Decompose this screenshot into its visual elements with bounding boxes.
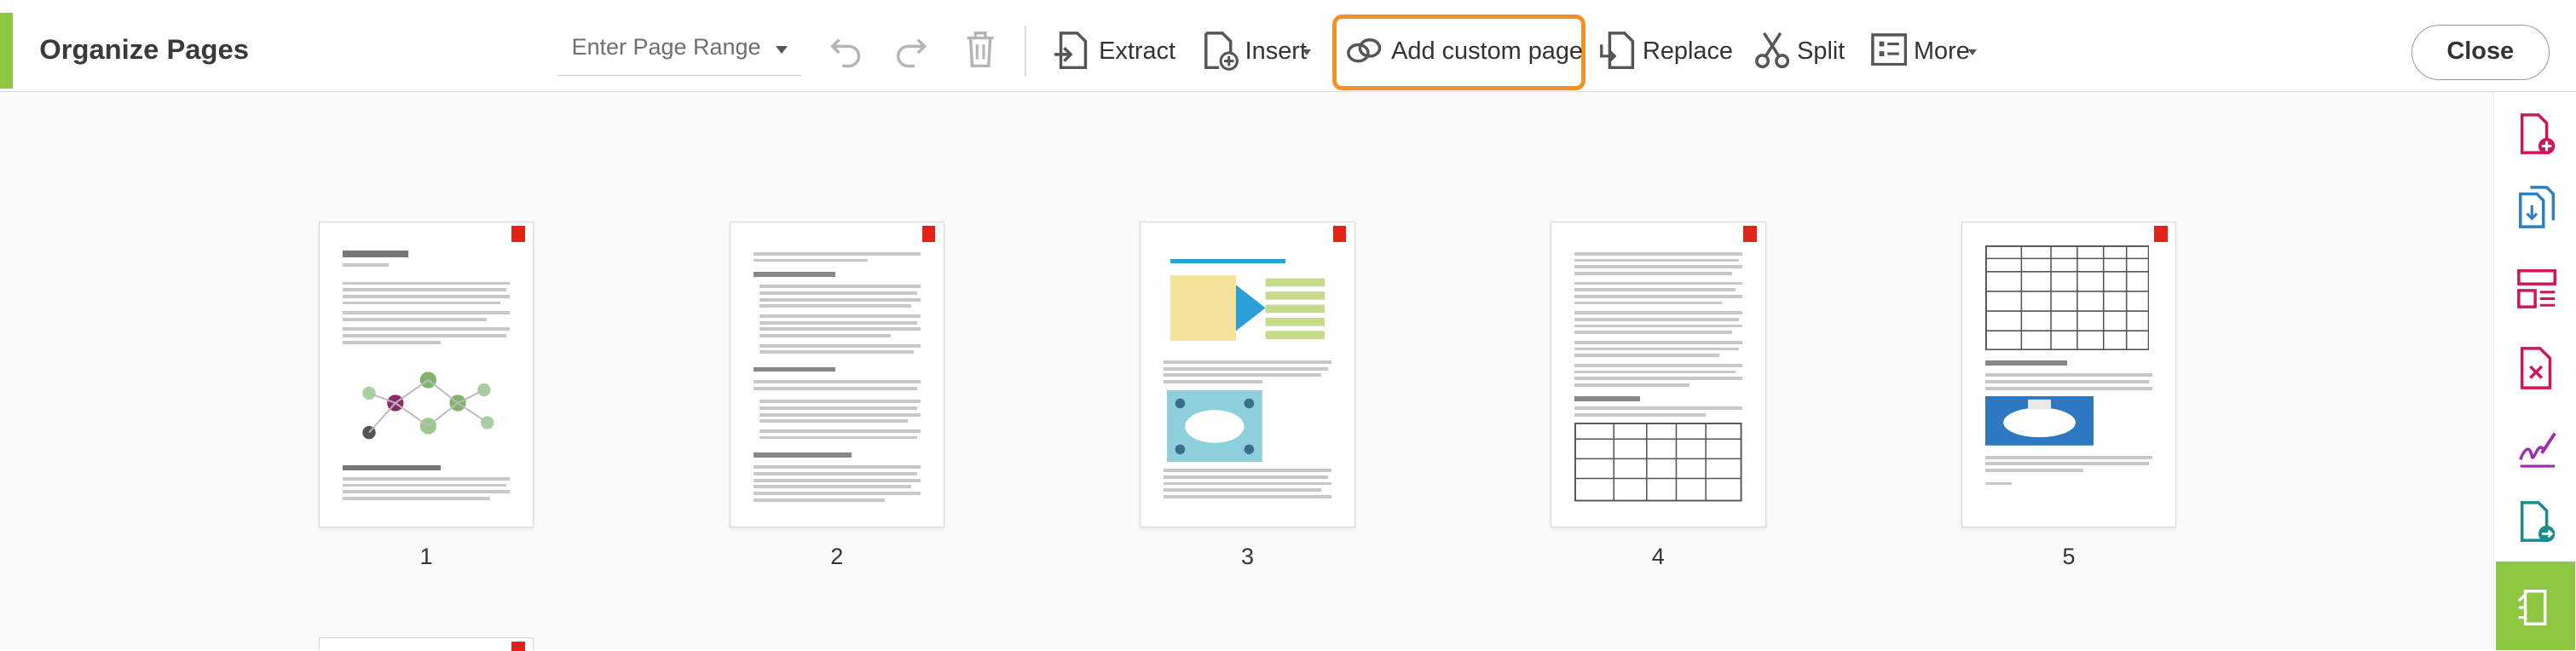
replace-label: Replace xyxy=(1642,37,1733,66)
insert-button[interactable]: Insert xyxy=(1198,23,1320,79)
fill-sign-icon[interactable] xyxy=(2515,423,2558,470)
adobe-logo-icon xyxy=(1332,225,1347,243)
add-custom-page-label: Add custom page xyxy=(1391,37,1584,66)
page-thumbnail[interactable] xyxy=(1961,222,2177,527)
page-thumbnail[interactable] xyxy=(1140,222,1355,527)
page-range-input[interactable] xyxy=(571,29,765,66)
tool-accent-bar xyxy=(0,13,14,89)
redo-icon[interactable] xyxy=(892,32,931,71)
scissors-icon xyxy=(1755,32,1790,68)
extract-label: Extract xyxy=(1099,37,1176,66)
page-range-dropdown[interactable] xyxy=(558,23,802,76)
organize-pages-active-tool[interactable] xyxy=(2496,562,2575,651)
more-label: More xyxy=(1913,37,1970,66)
toolbar: Organize Pages Extract Insert xyxy=(0,0,2576,92)
organize-pages-icon[interactable] xyxy=(2515,266,2558,312)
close-button[interactable]: Close xyxy=(2411,24,2550,81)
page-number: 3 xyxy=(1241,543,1255,569)
extract-button[interactable]: Extract xyxy=(1048,23,1179,79)
list-icon xyxy=(1871,32,1908,66)
page-thumbnail[interactable] xyxy=(729,222,944,527)
page-number: 4 xyxy=(1651,543,1665,569)
combine-files-icon[interactable] xyxy=(2515,184,2558,230)
page-thumbnail-partial[interactable] xyxy=(318,637,534,651)
table-image xyxy=(1574,423,1742,502)
replace-icon xyxy=(1600,31,1635,69)
create-pdf-icon[interactable] xyxy=(2515,112,2558,158)
adobe-logo-icon xyxy=(2154,225,2168,243)
right-tools-rail xyxy=(2493,91,2576,651)
split-button[interactable]: Split xyxy=(1751,23,1850,79)
split-label: Split xyxy=(1797,37,1845,66)
tool-panel-icon xyxy=(2517,589,2547,625)
chevron-down-icon xyxy=(1967,49,1977,55)
table-image xyxy=(1984,245,2150,351)
adobe-logo-icon xyxy=(511,641,525,651)
trash-icon[interactable] xyxy=(961,28,1000,71)
adobe-logo-icon xyxy=(921,225,936,243)
insert-page-icon xyxy=(1204,31,1239,71)
page-title: Organize Pages xyxy=(39,32,249,65)
adobe-logo-icon xyxy=(1743,225,1757,243)
page-number: 5 xyxy=(2062,543,2076,569)
framework-diagram-image xyxy=(1170,274,1326,341)
adobe-logo-icon xyxy=(511,225,525,243)
toolbar-divider xyxy=(1025,26,1027,76)
extract-icon xyxy=(1054,31,1088,69)
undo-icon[interactable] xyxy=(826,32,865,71)
chevron-down-icon xyxy=(1302,49,1312,55)
page-thumbnail[interactable] xyxy=(1551,222,1766,527)
link-icon xyxy=(1347,37,1382,63)
diagram-image xyxy=(361,372,494,440)
compress-pdf-icon[interactable] xyxy=(2515,345,2558,391)
replace-button[interactable]: Replace xyxy=(1593,23,1733,79)
more-button[interactable]: More xyxy=(1869,23,1984,79)
export-pdf-icon[interactable] xyxy=(2515,499,2558,545)
page-number: 1 xyxy=(419,543,433,569)
compliance-cloud-image xyxy=(1167,389,1262,463)
page-thumbnail[interactable] xyxy=(318,222,534,527)
add-custom-page-button[interactable]: Add custom page xyxy=(1343,23,1583,79)
certifications-image xyxy=(1984,396,2094,446)
chevron-down-icon[interactable] xyxy=(775,45,788,54)
insert-label: Insert xyxy=(1245,37,1307,66)
page-number: 2 xyxy=(830,543,844,569)
